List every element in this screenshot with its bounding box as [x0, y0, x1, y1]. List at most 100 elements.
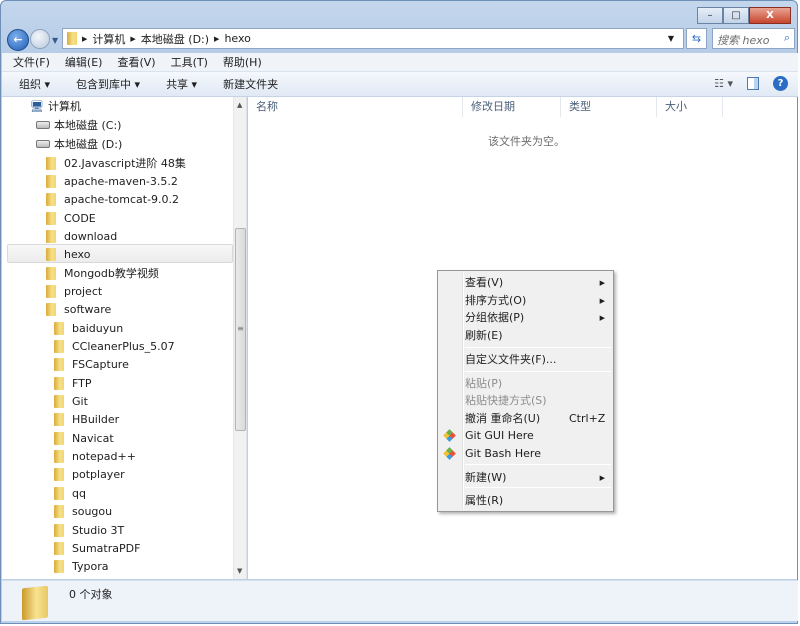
- tree-item[interactable]: project: [46, 282, 102, 300]
- tree-item[interactable]: sougou: [54, 503, 112, 521]
- minimize-button[interactable]: –: [697, 7, 723, 24]
- context-menu-item[interactable]: Git GUI Here: [440, 427, 611, 445]
- tree-item-label: FSCapture: [72, 358, 129, 372]
- context-menu-item[interactable]: 属性(R): [440, 492, 611, 510]
- tree-item[interactable]: HBuilder: [54, 411, 119, 429]
- new-folder-button[interactable]: 新建文件夹: [214, 76, 287, 92]
- tree-item[interactable]: apache-maven-3.5.2: [46, 172, 178, 190]
- context-menu-item[interactable]: 查看(V) ▶: [440, 274, 611, 292]
- tree-item[interactable]: qq: [54, 484, 86, 502]
- column-date-modified[interactable]: 修改日期: [463, 97, 561, 117]
- folder-icon: [54, 541, 64, 555]
- tree-item[interactable]: hexo: [46, 246, 90, 264]
- menu-item-label: Git GUI Here: [465, 429, 534, 442]
- nav-scrollbar[interactable]: ▲ ≡ ▼: [233, 97, 246, 579]
- breadcrumb-computer[interactable]: 计算机: [92, 31, 125, 47]
- back-button[interactable]: ←: [7, 29, 29, 51]
- help-icon[interactable]: ?: [773, 76, 788, 91]
- column-type[interactable]: 类型: [561, 97, 657, 117]
- tree-item-label: Studio 3T: [72, 523, 125, 537]
- menu-help[interactable]: 帮助(H): [213, 54, 267, 70]
- recent-pages-dropdown[interactable]: ▼: [52, 36, 58, 45]
- tree-item-label: 计算机: [47, 100, 81, 113]
- tree-item[interactable]: 🖥 计算机: [30, 97, 81, 115]
- tree-item[interactable]: notepad++: [54, 448, 136, 466]
- close-button[interactable]: X: [749, 7, 791, 24]
- tree-item[interactable]: CCleanerPlus_5.07: [54, 338, 175, 356]
- refresh-button[interactable]: ⇆: [686, 28, 707, 49]
- search-icon: ⌕: [783, 31, 790, 44]
- column-name[interactable]: 名称: [248, 97, 463, 117]
- tree-item-label: hexo: [64, 248, 91, 262]
- chevron-right-icon: ▶: [82, 34, 88, 43]
- menu-separator: [465, 347, 611, 348]
- scroll-down-icon[interactable]: ▼: [237, 567, 242, 575]
- context-menu-item[interactable]: 新建(W) ▶: [440, 469, 611, 487]
- tree-item[interactable]: Git: [54, 393, 88, 411]
- menu-edit[interactable]: 编辑(E): [55, 54, 108, 70]
- maximize-button[interactable]: □: [723, 7, 749, 24]
- tree-item[interactable]: Studio 3T: [54, 521, 124, 539]
- tree-item-label: notepad++: [72, 450, 136, 464]
- tree-item-label: apache-tomcat-9.0.2: [64, 193, 180, 207]
- tree-item[interactable]: Navicat: [54, 429, 114, 447]
- folder-icon: [54, 486, 64, 500]
- search-input[interactable]: 搜索 hexo ⌕: [712, 28, 795, 49]
- preview-pane-icon[interactable]: [747, 77, 759, 90]
- tree-item-label: HBuilder: [72, 413, 120, 427]
- folder-icon: [54, 358, 64, 372]
- tree-item[interactable]: CODE: [46, 209, 96, 227]
- column-size[interactable]: 大小: [657, 97, 723, 117]
- menu-item-label: 新建(W): [465, 471, 507, 484]
- system-drive-icon: [36, 121, 50, 129]
- tree-item[interactable]: software: [46, 301, 111, 319]
- context-menu-item[interactable]: 排序方式(O) ▶: [440, 292, 611, 310]
- menu-item-label: 粘贴(P): [465, 377, 503, 390]
- menu-item-label: 查看(V): [465, 276, 504, 289]
- breadcrumb-hexo[interactable]: hexo: [224, 32, 250, 45]
- folder-icon: [54, 523, 64, 537]
- folder-icon: [54, 431, 64, 445]
- context-menu-item[interactable]: 分组依据(P) ▶: [440, 309, 611, 327]
- tree-item[interactable]: Typora: [54, 558, 109, 576]
- submenu-arrow-icon: ▶: [599, 297, 605, 305]
- context-menu-item[interactable]: 自定义文件夹(F)...: [440, 351, 611, 369]
- folder-icon: [67, 32, 77, 45]
- empty-folder-message: 该文件夹为空。: [488, 135, 565, 148]
- scroll-up-icon[interactable]: ▲: [237, 101, 242, 109]
- tree-item[interactable]: apache-tomcat-9.0.2: [46, 191, 179, 209]
- window-controls: – □ X: [697, 7, 791, 24]
- tree-item[interactable]: download: [46, 227, 117, 245]
- context-menu-item[interactable]: 撤消 重命名(U) Ctrl+Z: [440, 410, 611, 428]
- share-button[interactable]: 共享 ▾: [157, 76, 206, 92]
- tree-item[interactable]: FSCapture: [54, 356, 129, 374]
- tree-item[interactable]: Mongodb教学视频: [46, 264, 159, 282]
- tree-item[interactable]: FTP: [54, 374, 92, 392]
- context-menu-item[interactable]: Git Bash Here: [440, 445, 611, 463]
- folder-icon: [54, 321, 64, 335]
- folder-icon: [46, 284, 56, 298]
- context-menu-item[interactable]: 刷新(E): [440, 327, 611, 345]
- tree-item[interactable]: 本地磁盘 (D:): [36, 135, 122, 153]
- tree-item[interactable]: potplayer: [54, 466, 125, 484]
- forward-button[interactable]: [30, 29, 50, 49]
- tree-item[interactable]: 02.Javascript进阶 48集: [46, 154, 186, 172]
- tree-item[interactable]: baiduyun: [54, 319, 123, 337]
- tree-item-label: Navicat: [72, 431, 114, 445]
- tree-item[interactable]: SumatraPDF: [54, 539, 140, 557]
- breadcrumb-drive-d[interactable]: 本地磁盘 (D:): [141, 31, 209, 47]
- menu-separator: [465, 371, 611, 372]
- include-in-library-button[interactable]: 包含到库中 ▾: [67, 76, 149, 92]
- tree-item[interactable]: 本地磁盘 (C:): [36, 116, 121, 134]
- menu-tools[interactable]: 工具(T): [161, 54, 213, 70]
- address-dropdown-icon[interactable]: ▼: [668, 34, 674, 43]
- tree-item-label: 本地磁盘 (D:): [54, 138, 123, 151]
- menu-shortcut: Ctrl+Z: [569, 412, 606, 425]
- view-options-icon[interactable]: ☷ ▾: [714, 77, 733, 90]
- scroll-thumb[interactable]: ≡: [235, 228, 246, 431]
- menu-view[interactable]: 查看(V): [107, 54, 160, 70]
- address-bar[interactable]: ▶ 计算机 ▶ 本地磁盘 (D:) ▶ hexo ▼: [62, 28, 684, 49]
- organize-button[interactable]: 组织 ▾: [10, 76, 59, 92]
- context-menu: 查看(V) ▶ 排序方式(O) ▶ 分组依据(P) ▶ 刷新(E) 自定义文件夹(F)... 粘…: [437, 270, 614, 512]
- menu-file[interactable]: 文件(F): [2, 54, 55, 70]
